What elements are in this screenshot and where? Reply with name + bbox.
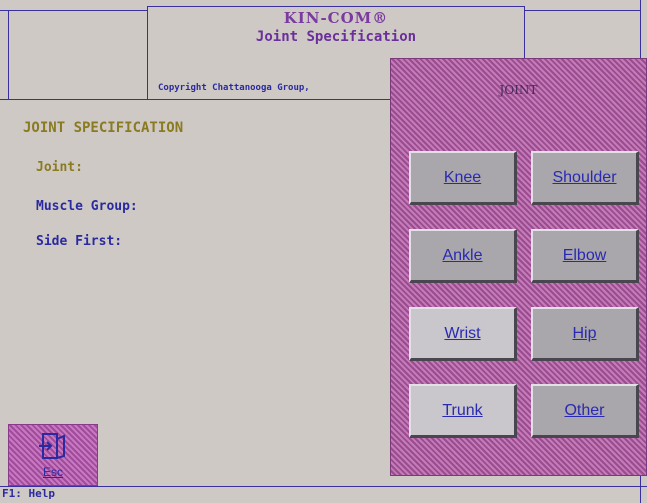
left-frame-line bbox=[8, 10, 9, 100]
ankle-button[interactable]: Ankle bbox=[409, 229, 517, 283]
wrist-button[interactable]: Wrist bbox=[409, 307, 517, 361]
copyright-text: Copyright Chattanooga Group, bbox=[158, 83, 310, 93]
knee-button[interactable]: Knee bbox=[409, 151, 517, 205]
top-frame-line-right bbox=[525, 10, 641, 11]
help-hint: F1: Help bbox=[2, 487, 55, 500]
elbow-button[interactable]: Elbow bbox=[531, 229, 639, 283]
app-name: KIN-COM® bbox=[283, 9, 389, 27]
esc-label: Esc bbox=[42, 465, 63, 479]
esc-button[interactable]: Esc bbox=[8, 424, 98, 486]
hip-button[interactable]: Hip bbox=[531, 307, 639, 361]
bottom-frame-line bbox=[0, 486, 647, 487]
top-frame-line bbox=[0, 10, 147, 11]
joint-dialog: JOINT Knee Shoulder Ankle Elbow Wrist Hi… bbox=[390, 58, 647, 476]
muscle-group-label: Muscle Group: bbox=[36, 199, 138, 214]
dialog-title: JOINT bbox=[499, 83, 538, 97]
section-title: JOINT SPECIFICATION bbox=[23, 120, 184, 136]
joint-label: Joint: bbox=[36, 160, 83, 175]
header-bottom-line bbox=[0, 99, 147, 100]
screen-title: Joint Specification bbox=[255, 29, 417, 45]
other-button[interactable]: Other bbox=[531, 384, 639, 438]
trunk-button[interactable]: Trunk bbox=[409, 384, 517, 438]
shoulder-button[interactable]: Shoulder bbox=[531, 151, 639, 205]
exit-door-icon bbox=[39, 433, 65, 459]
side-first-label: Side First: bbox=[36, 234, 123, 249]
